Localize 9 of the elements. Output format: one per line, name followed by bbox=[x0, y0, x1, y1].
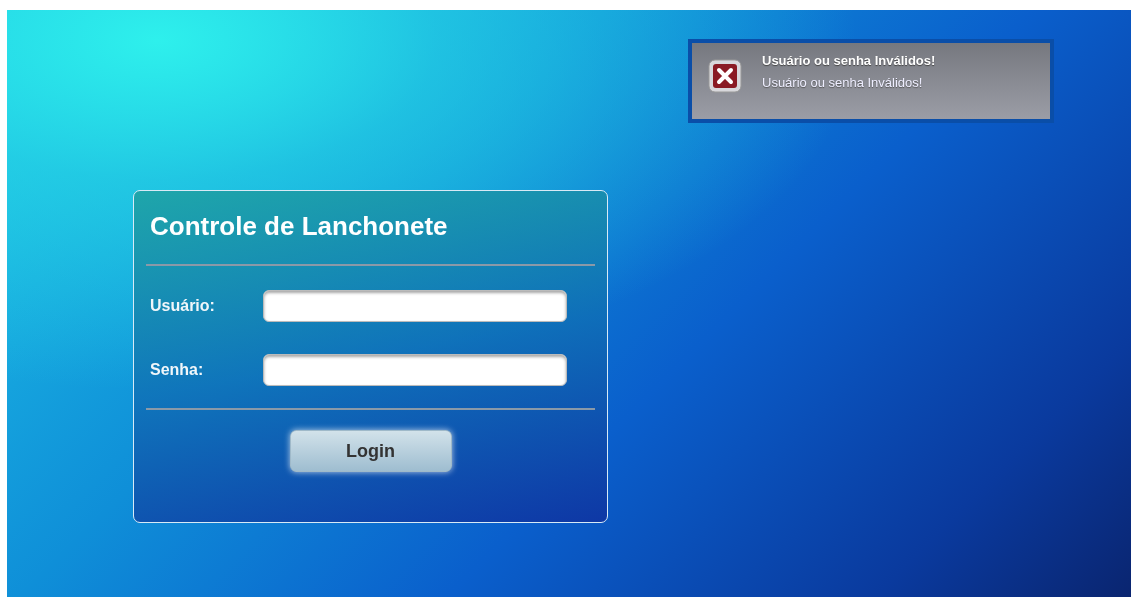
login-button[interactable]: Login bbox=[289, 430, 452, 472]
notification-message: Usuário ou senha Inválidos! bbox=[762, 75, 924, 90]
input-field[interactable] bbox=[263, 290, 567, 322]
error-icon bbox=[708, 59, 742, 93]
field-label: Usuário: bbox=[150, 297, 216, 315]
panel-title: Controle de Lanchonete bbox=[150, 211, 449, 242]
notification-title: Usuário ou senha Inválidos! bbox=[762, 53, 936, 68]
field-label: Senha: bbox=[150, 361, 205, 379]
input-field[interactable] bbox=[263, 354, 567, 386]
